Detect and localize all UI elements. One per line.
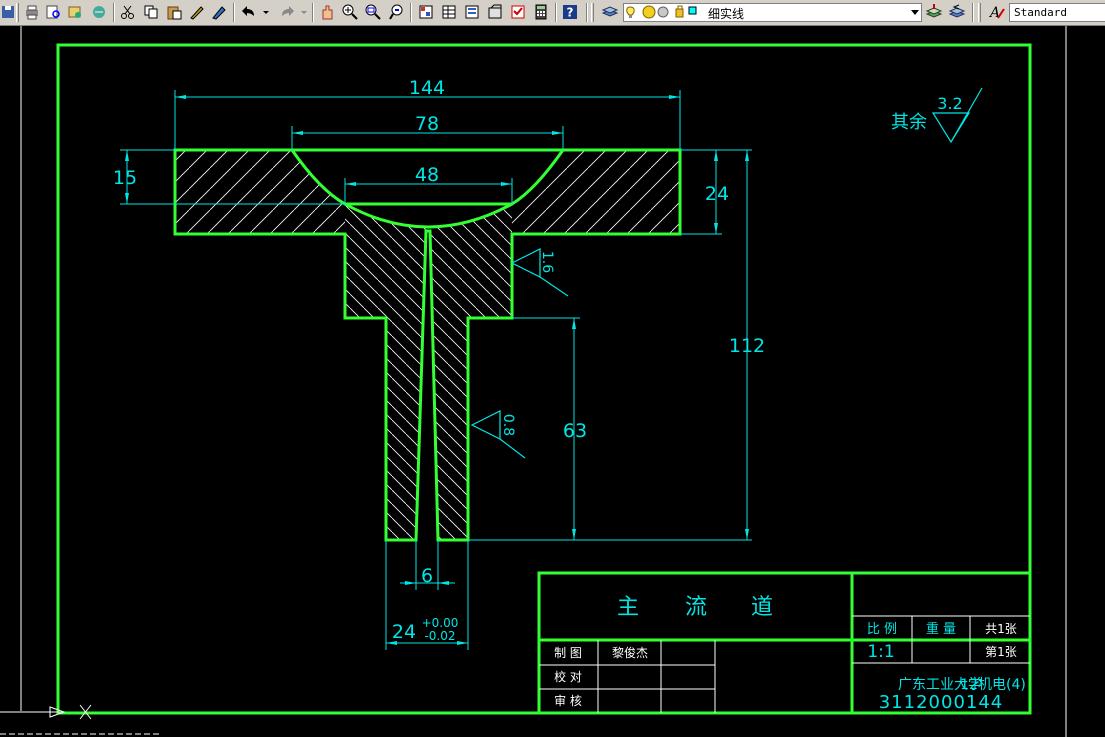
weight-label: 重 量 bbox=[926, 621, 956, 637]
dim-overall-width: 144 bbox=[409, 77, 445, 99]
part-name-char-2: 流 bbox=[685, 595, 707, 620]
help-icon[interactable]: ? bbox=[561, 3, 579, 21]
layer-freeze-icon[interactable] bbox=[642, 5, 656, 19]
text-style-name: Standard bbox=[1014, 6, 1067, 19]
match-properties-icon[interactable] bbox=[188, 3, 206, 21]
zoom-previous-icon[interactable] bbox=[388, 3, 406, 21]
design-center-icon[interactable] bbox=[440, 3, 458, 21]
part-name-char-3: 道 bbox=[751, 595, 773, 620]
separator bbox=[555, 3, 557, 22]
toolbar-grip bbox=[978, 3, 981, 22]
print-icon[interactable] bbox=[23, 3, 41, 21]
layer-viewport-freeze-icon[interactable] bbox=[657, 6, 669, 18]
markup-set-icon[interactable] bbox=[509, 3, 527, 21]
roughness-other-label: 其余 bbox=[891, 112, 927, 133]
roughness-value-lower: 0.8 bbox=[500, 414, 516, 436]
dim-tolerance-upper: +0.00 bbox=[422, 616, 459, 630]
cut-icon[interactable] bbox=[119, 3, 137, 21]
chevron-down-icon[interactable] bbox=[911, 10, 919, 15]
drawn-label: 制 图 bbox=[554, 646, 582, 660]
dim-flange-thickness: 15 bbox=[113, 167, 137, 189]
pan-icon[interactable] bbox=[318, 3, 336, 21]
separator bbox=[586, 3, 588, 22]
layer-name: 细实线 bbox=[708, 7, 745, 21]
separator bbox=[410, 3, 412, 22]
plot-preview-icon[interactable] bbox=[44, 3, 62, 21]
svg-text:?: ? bbox=[567, 6, 574, 20]
dim-head-thickness: 24 bbox=[705, 183, 729, 205]
make-layer-current-icon[interactable] bbox=[925, 3, 943, 21]
roughness-value-upper: 1.6 bbox=[539, 251, 555, 273]
layer-on-icon[interactable] bbox=[626, 6, 635, 16]
sheet-number: 第1张 bbox=[985, 645, 1017, 659]
calculator-icon[interactable] bbox=[532, 3, 550, 21]
layer-dropdown[interactable]: 细实线 bbox=[623, 3, 922, 22]
zoom-realtime-icon[interactable] bbox=[341, 3, 359, 21]
toolbar-grip bbox=[591, 3, 594, 22]
part-name-char-1: 主 bbox=[617, 595, 639, 620]
drawing-canvas[interactable]: 144 78 48 15 24 112 63 6 24 +0.00 -0.02 … bbox=[0, 26, 1105, 737]
toolbar: ? 细实线 A Standard bbox=[0, 0, 1105, 26]
sheet-set-icon[interactable] bbox=[486, 3, 504, 21]
separator bbox=[233, 3, 235, 22]
tool-palettes-icon[interactable] bbox=[463, 3, 481, 21]
svg-text:A: A bbox=[988, 5, 1000, 21]
dim-total-height: 112 bbox=[729, 335, 765, 357]
sheets-total: 共1张 bbox=[985, 622, 1017, 636]
approved-label: 审 核 bbox=[554, 693, 582, 708]
publish-icon[interactable] bbox=[66, 3, 84, 21]
separator bbox=[972, 3, 974, 22]
layer-previous-icon[interactable] bbox=[948, 3, 966, 21]
zoom-window-icon[interactable] bbox=[364, 3, 382, 21]
dim-stem-diameter: 24 bbox=[392, 621, 416, 643]
layer-lock-icon[interactable] bbox=[675, 8, 684, 18]
section-hatching bbox=[175, 150, 680, 540]
checked-label: 校 对 bbox=[554, 669, 582, 684]
dim-inner-width: 48 bbox=[415, 164, 439, 186]
text-style-icon[interactable]: A bbox=[988, 3, 1006, 21]
separator bbox=[113, 3, 115, 22]
drawing-border bbox=[56, 43, 1032, 715]
student-id: 3112000144 bbox=[879, 692, 1004, 713]
layer-color-swatch[interactable] bbox=[688, 6, 697, 15]
roughness-value-other: 3.2 bbox=[937, 94, 962, 113]
paste-icon[interactable] bbox=[165, 3, 183, 21]
block-editor-icon[interactable] bbox=[210, 3, 228, 21]
dim-hole-diameter: 6 bbox=[421, 565, 433, 587]
toolbar-grip bbox=[16, 3, 19, 22]
scale-label: 比 例 bbox=[867, 622, 897, 637]
drawn-by: 黎俊杰 bbox=[612, 645, 648, 660]
separator bbox=[312, 3, 314, 22]
dim-tolerance-lower: -0.02 bbox=[424, 629, 455, 643]
properties-icon[interactable] bbox=[417, 3, 435, 21]
layer-manager-icon[interactable] bbox=[601, 3, 619, 21]
scale-value: 1:1 bbox=[867, 642, 894, 662]
class-name: 12机电(4) bbox=[960, 677, 1026, 693]
dim-stem-height: 63 bbox=[563, 420, 587, 442]
text-style-dropdown[interactable]: Standard bbox=[1009, 3, 1105, 22]
roughness-symbol-lower bbox=[470, 410, 526, 459]
copy-icon[interactable] bbox=[142, 3, 160, 21]
dim-countersink-width: 78 bbox=[415, 113, 439, 135]
etransmit-icon[interactable] bbox=[90, 3, 108, 21]
undo-dropdown-icon[interactable] bbox=[262, 3, 270, 21]
undo-icon[interactable] bbox=[240, 3, 258, 21]
redo-icon[interactable] bbox=[278, 3, 296, 21]
redo-dropdown-icon[interactable] bbox=[300, 3, 308, 21]
